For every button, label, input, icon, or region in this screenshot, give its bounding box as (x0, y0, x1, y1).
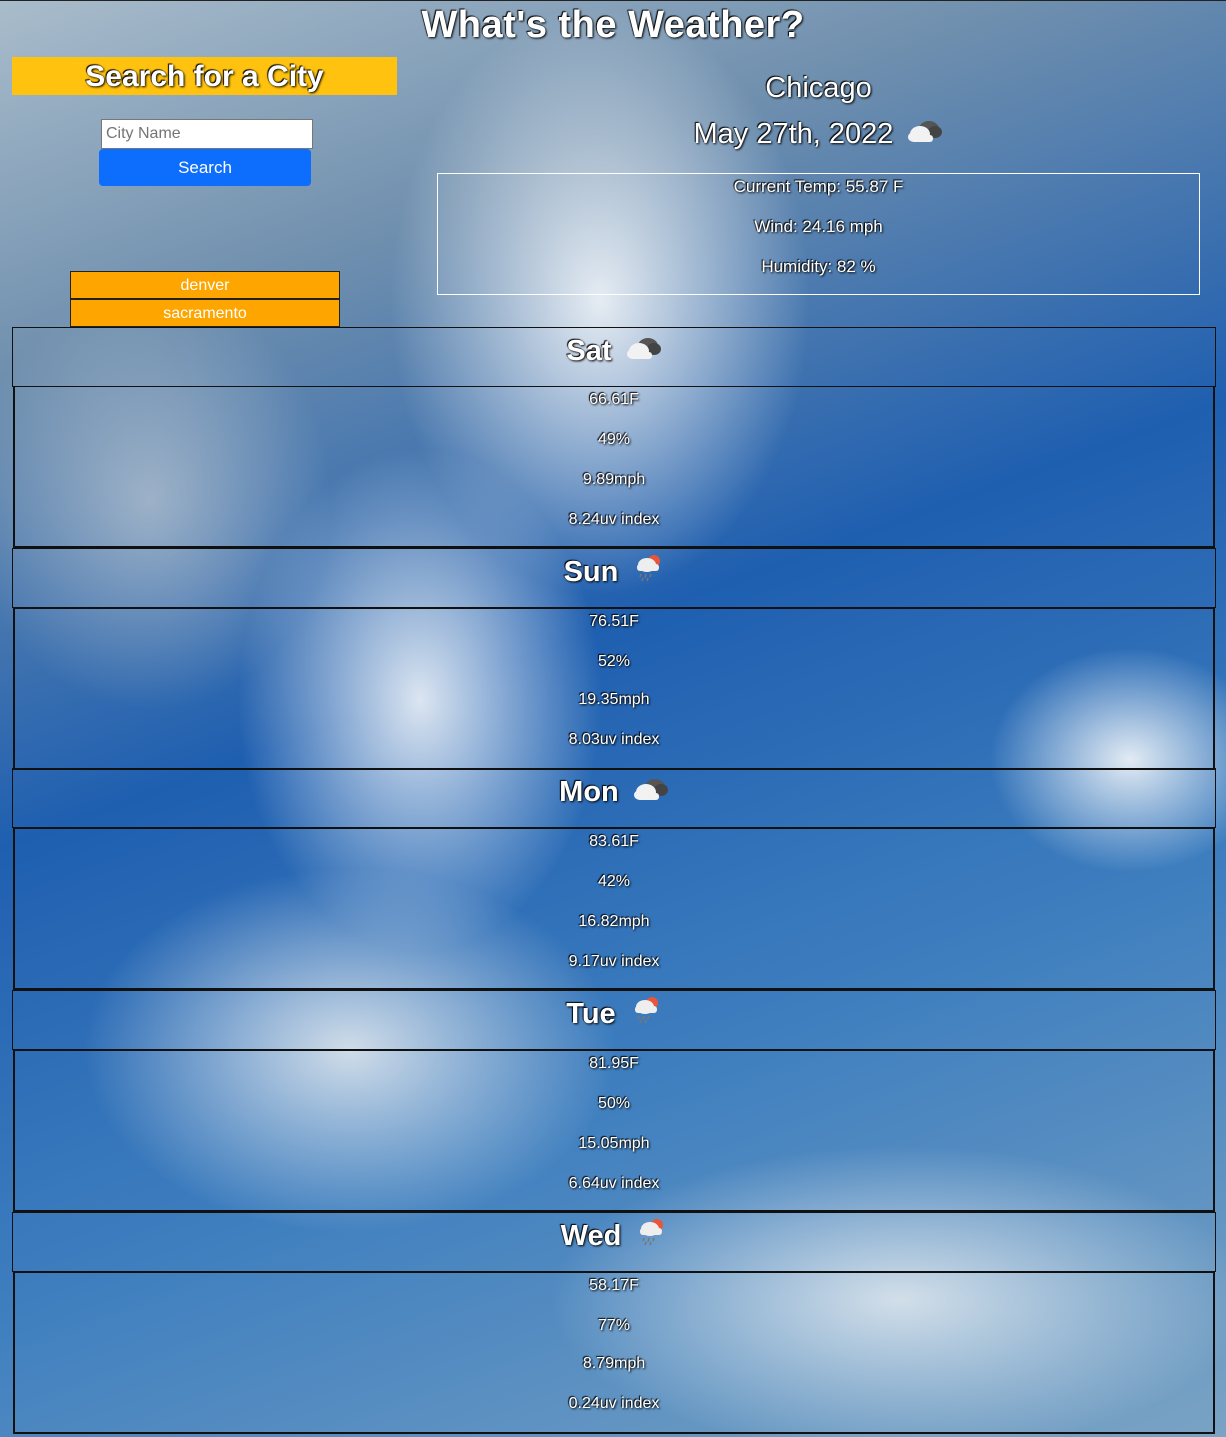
forecast-day-header: Sat (12, 327, 1216, 387)
current-date: May 27th, 2022 (693, 118, 894, 150)
search-heading: Search for a City (12, 57, 397, 95)
rain-icon (630, 992, 662, 1038)
forecast-day-body: 76.51F 52% 19.35mph 8.03uv index (13, 608, 1215, 770)
search-button[interactable]: Search (99, 149, 311, 186)
forecast-day-name: Mon (559, 776, 619, 808)
forecast-day-header: Mon (12, 768, 1216, 828)
forecast-wind: 9.89mph (582, 471, 646, 488)
forecast-day-body: 81.95F 50% 15.05mph 6.64uv index (13, 1050, 1215, 1212)
forecast-day-name: Tue (566, 998, 616, 1030)
forecast-humidity: 52% (597, 653, 631, 670)
forecast-uv: 9.17uv index (568, 953, 660, 970)
forecast-wind: 19.35mph (578, 691, 650, 708)
current-weather-box: Current Temp: 55.87 F Wind: 24.16 mph Hu… (437, 173, 1200, 295)
forecast-day-header: Tue (12, 990, 1216, 1050)
forecast-day-header: Sun (12, 548, 1216, 608)
forecast-humidity: 50% (597, 1095, 631, 1112)
forecast-temp: 66.61F (589, 391, 639, 408)
top-border (0, 0, 1226, 1)
city-name-input[interactable] (101, 119, 313, 149)
history-button-denver[interactable]: denver (70, 271, 340, 299)
forecast-uv: 8.24uv index (568, 511, 660, 528)
forecast-day-body: 58.17F 77% 8.79mph 0.24uv index (13, 1272, 1215, 1434)
forecast-humidity: 42% (597, 873, 631, 890)
forecast-temp: 81.95F (589, 1055, 639, 1072)
forecast-temp: 58.17F (589, 1277, 639, 1294)
current-city-name: Chicago (765, 72, 872, 104)
forecast-uv: 8.03uv index (568, 731, 660, 748)
forecast-day-name: Sat (566, 335, 612, 367)
forecast-wind: 15.05mph (578, 1135, 650, 1152)
forecast-day-header: Wed (12, 1212, 1216, 1272)
history-button-sacramento[interactable]: sacramento (70, 299, 340, 327)
forecast-day-body: 83.61F 42% 16.82mph 9.17uv index (13, 828, 1215, 990)
cloud-icon (626, 329, 662, 375)
forecast-wind: 16.82mph (578, 913, 650, 930)
page-title: What's the Weather? (421, 4, 805, 46)
forecast-uv: 6.64uv index (568, 1175, 660, 1192)
current-humidity: Humidity: 82 % (761, 257, 876, 276)
forecast-day-name: Wed (560, 1220, 622, 1252)
forecast-day-body: 66.61F 49% 9.89mph 8.24uv index (13, 386, 1215, 548)
current-temp: Current Temp: 55.87 F (733, 177, 904, 196)
rain-icon (635, 1214, 667, 1260)
forecast-temp: 76.51F (589, 613, 639, 630)
forecast-wind: 8.79mph (582, 1355, 646, 1372)
current-wind: Wind: 24.16 mph (754, 217, 883, 236)
forecast-humidity: 49% (597, 431, 631, 448)
forecast-temp: 83.61F (589, 833, 639, 850)
forecast-day-name: Sun (563, 556, 619, 588)
cloud-icon (633, 770, 669, 816)
forecast-uv: 0.24uv index (568, 1395, 660, 1412)
cloud-icon (907, 118, 943, 152)
current-date-row: May 27th, 2022 (437, 118, 1200, 152)
forecast-humidity: 77% (597, 1317, 631, 1334)
rain-icon (632, 550, 664, 596)
